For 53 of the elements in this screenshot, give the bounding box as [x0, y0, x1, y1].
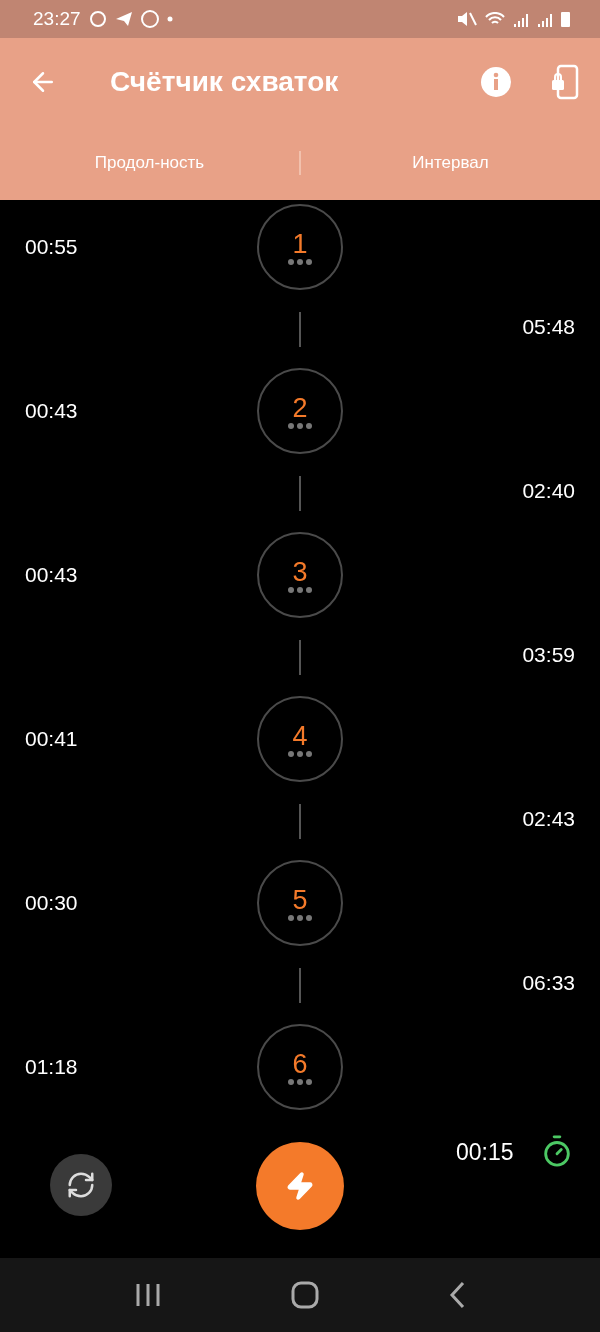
interval-text: 03:59: [522, 643, 576, 667]
connector-line: [299, 640, 301, 675]
mute-icon: [457, 11, 477, 27]
contraction-number: 1: [292, 229, 308, 259]
duration-text: 00:43: [24, 399, 79, 423]
back-icon[interactable]: [447, 1281, 466, 1309]
screen-title: Счётчик схваток: [110, 66, 340, 98]
more-icon: [287, 259, 313, 265]
contraction-number: 3: [292, 557, 308, 587]
recent-apps-icon[interactable]: [134, 1282, 163, 1308]
refresh-icon: [66, 1170, 96, 1200]
more-icon: [287, 915, 313, 921]
duration-text: 00:55: [24, 235, 79, 259]
more-icon: [287, 423, 313, 429]
more-icon: [287, 587, 313, 593]
contraction-number: 4: [292, 721, 308, 751]
connector-line: [299, 312, 301, 347]
contraction-node[interactable]: 5: [257, 860, 343, 946]
connector-line: [299, 804, 301, 839]
column-header: Интервал: [411, 153, 490, 173]
column-header: Продол-ность: [93, 153, 206, 173]
home-icon[interactable]: [291, 1281, 319, 1309]
interval-text: 05:48: [522, 315, 576, 339]
contraction-number: 2: [292, 393, 308, 423]
info-icon: [480, 66, 512, 98]
contraction-node[interactable]: 1: [257, 204, 343, 290]
phone-lock-icon: [550, 64, 580, 100]
lightning-icon: [285, 1171, 315, 1201]
battery-icon: [561, 11, 570, 27]
dot-icon: [166, 16, 173, 22]
more-icon: [287, 751, 313, 757]
interval-text: 06:33: [522, 971, 576, 995]
duration-text: 00:43: [24, 563, 79, 587]
contraction-node[interactable]: 2: [257, 368, 343, 454]
more-icon: [287, 1079, 313, 1085]
interval-text: 02:43: [522, 807, 576, 831]
duration-text: 01:18: [24, 1055, 79, 1079]
signal-icon: [513, 11, 529, 27]
connector-line: [299, 476, 301, 511]
duration-text: 00:41: [24, 727, 79, 751]
contraction-node[interactable]: 4: [257, 696, 343, 782]
contraction-node[interactable]: 6: [257, 1024, 343, 1110]
signal-icon: [537, 11, 553, 27]
duration-text: 00:30: [24, 891, 79, 915]
contraction-node[interactable]: 3: [257, 532, 343, 618]
elapsed-time: 00:15: [456, 1139, 514, 1166]
paper-plane-icon: [114, 11, 133, 27]
interval-text: 02:40: [522, 479, 576, 503]
contraction-number: 6: [292, 1049, 308, 1079]
contraction-number: 5: [292, 885, 308, 915]
clock: 23:27: [33, 8, 81, 30]
connector-line: [299, 968, 301, 1003]
wifi-icon: [485, 12, 505, 26]
